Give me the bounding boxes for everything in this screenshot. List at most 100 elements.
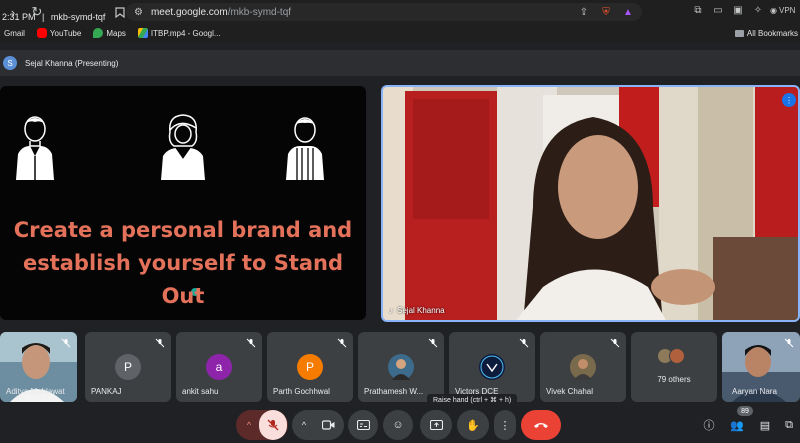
more-vert-icon: ⋮ — [499, 419, 511, 432]
speaker-video-tile[interactable]: ⋮ ♪ Sejal Khanna — [381, 85, 800, 322]
all-bookmarks[interactable]: All Bookmarks — [734, 24, 800, 42]
people-icon: 👥 — [730, 419, 744, 432]
speaker-video-feed — [383, 87, 798, 320]
present-button[interactable] — [420, 410, 452, 440]
vpn-button[interactable]: ◉ VPN — [770, 6, 795, 15]
emoji-icon: ☺ — [392, 419, 404, 431]
camera-toggle-button[interactable] — [314, 410, 342, 440]
participant-avatar: P — [115, 354, 141, 380]
activities-button[interactable]: ⧉ — [782, 418, 796, 432]
meeting-details-button[interactable]: ⓘ — [702, 418, 716, 432]
more-options-icon[interactable]: ⋮ — [782, 93, 796, 107]
bookmark-maps[interactable]: Maps — [93, 28, 126, 38]
meeting-code: mkb-symd-tqf — [50, 12, 106, 22]
participant-tile[interactable]: Victors DCE — [449, 332, 535, 402]
participant-avatar: P — [297, 354, 323, 380]
bookmark-itbp[interactable]: ITBP.mp4 - Googl... — [137, 28, 221, 38]
participant-name: Aaryan Nara — [732, 387, 777, 396]
leave-call-button[interactable] — [521, 410, 561, 440]
mic-off-icon — [267, 419, 279, 431]
wallet-icon[interactable]: ▣ — [730, 2, 746, 18]
vpn-icon: ◉ — [770, 5, 777, 15]
presenting-bar: S Sejal Khanna (Presenting) — [0, 50, 800, 76]
brave-rewards-icon[interactable]: ▲ — [620, 4, 636, 20]
shared-screen[interactable]: Create a personal brand and establish yo… — [0, 86, 366, 320]
browser-right-tools: ⧉ ▭ ▣ ✧ ◉ VPN — [690, 2, 795, 18]
address-bar[interactable]: ⚙ meet.google.com/mkb-symd-tqf ⇪ ⛨ ▲ — [126, 3, 642, 21]
presenting-label: Sejal Khanna (Presenting) — [25, 58, 119, 68]
participant-avatar — [570, 354, 596, 380]
participant-name: Vivek Chahal — [546, 387, 593, 396]
more-options-button[interactable]: ⋮ — [494, 410, 516, 440]
video-options-button[interactable]: ^ — [294, 410, 314, 440]
meeting-info: 2:31 PM | mkb-symd-tqf — [2, 12, 105, 22]
participant-avatar: a — [206, 354, 232, 380]
camera-icon — [321, 420, 334, 430]
mic-off-icon — [246, 338, 256, 348]
participant-tile[interactable]: Prathamesh W... — [358, 332, 444, 402]
participant-tile[interactable]: Vivek Chahal — [540, 332, 626, 402]
maps-icon — [93, 28, 104, 38]
browser-toolbar: › ↻ ⚙ meet.google.com/mkb-symd-tqf ⇪ ⛨ ▲… — [0, 0, 800, 24]
avatar — [669, 348, 685, 364]
participant-name: Aditya Mahlawat — [6, 387, 65, 396]
people-button[interactable]: 👥 — [730, 418, 744, 432]
others-tile[interactable]: 79 others — [631, 332, 717, 402]
site-settings-icon[interactable]: ⚙ — [134, 7, 143, 18]
participant-tile[interactable]: Aditya Mahlawat — [0, 332, 77, 402]
audio-options-button[interactable]: ^ — [238, 410, 260, 440]
presenter-avatar: S — [3, 56, 17, 70]
mic-off-icon — [155, 338, 165, 348]
meeting-time: 2:31 PM — [2, 12, 36, 22]
bookmarks-bar: Gmail YouTube Maps ITBP.mp4 - Googl... A… — [0, 24, 800, 42]
mic-off-icon — [428, 338, 438, 348]
mic-off-icon — [61, 338, 71, 348]
reactions-button[interactable]: ☺ — [383, 410, 413, 440]
captions-button[interactable] — [348, 410, 378, 440]
bookmark-youtube[interactable]: YouTube — [36, 28, 81, 38]
sidebar-icon[interactable]: ▭ — [710, 2, 726, 18]
hand-icon: ✋ — [466, 419, 480, 432]
people-count-badge: 89 — [737, 406, 753, 416]
mic-off-icon — [610, 338, 620, 348]
activities-icon: ⧉ — [785, 418, 793, 431]
participant-tile[interactable]: Aaryan Nara — [722, 332, 800, 402]
mic-off-icon — [784, 338, 794, 348]
mic-toggle-button[interactable] — [259, 410, 287, 440]
audio-indicator-icon: ♪ — [389, 306, 393, 315]
mic-off-icon — [519, 338, 529, 348]
chevron-up-icon: ^ — [301, 420, 307, 430]
raise-hand-tooltip: Raise hand (ctrl + ⌘ + h) — [427, 394, 518, 408]
participant-tile[interactable]: a ankit sahu — [176, 332, 262, 402]
participant-name: ankit sahu — [182, 387, 219, 396]
person-photo-icon — [574, 359, 592, 380]
chat-button[interactable]: ▤ — [758, 418, 772, 432]
leo-ai-icon[interactable]: ✧ — [750, 2, 766, 18]
extensions-icon[interactable]: ⧉ — [690, 2, 706, 18]
participant-name: PANKAJ — [91, 387, 122, 396]
participant-avatar — [479, 354, 505, 380]
info-icon: ⓘ — [703, 420, 715, 432]
raise-hand-button[interactable]: ✋ — [457, 410, 489, 440]
brave-shield-icon[interactable]: ⛨ — [598, 4, 614, 20]
participant-tile[interactable]: P PANKAJ — [85, 332, 171, 402]
chat-icon: ▤ — [759, 419, 771, 432]
others-avatars — [657, 348, 685, 364]
participant-avatar — [388, 354, 414, 380]
person-illustration-3 — [286, 117, 324, 180]
end-call-icon — [534, 423, 548, 428]
others-count: 79 others — [657, 375, 691, 384]
drive-icon — [137, 28, 148, 38]
bookmark-gmail[interactable]: Gmail — [4, 29, 25, 38]
speaker-name-label: ♪ Sejal Khanna — [389, 306, 445, 315]
folder-icon — [734, 29, 744, 37]
person-photo-icon — [392, 359, 410, 380]
person-illustration-2 — [161, 114, 205, 180]
participant-name: Parth Gochhwal — [273, 387, 330, 396]
participant-tile[interactable]: P Parth Gochhwal — [267, 332, 353, 402]
url-path: /mkb-symd-tqf — [227, 6, 292, 18]
captions-icon — [356, 420, 370, 430]
victors-logo-icon — [480, 355, 504, 379]
share-icon[interactable]: ⇪ — [576, 4, 592, 20]
present-screen-icon — [429, 420, 443, 430]
